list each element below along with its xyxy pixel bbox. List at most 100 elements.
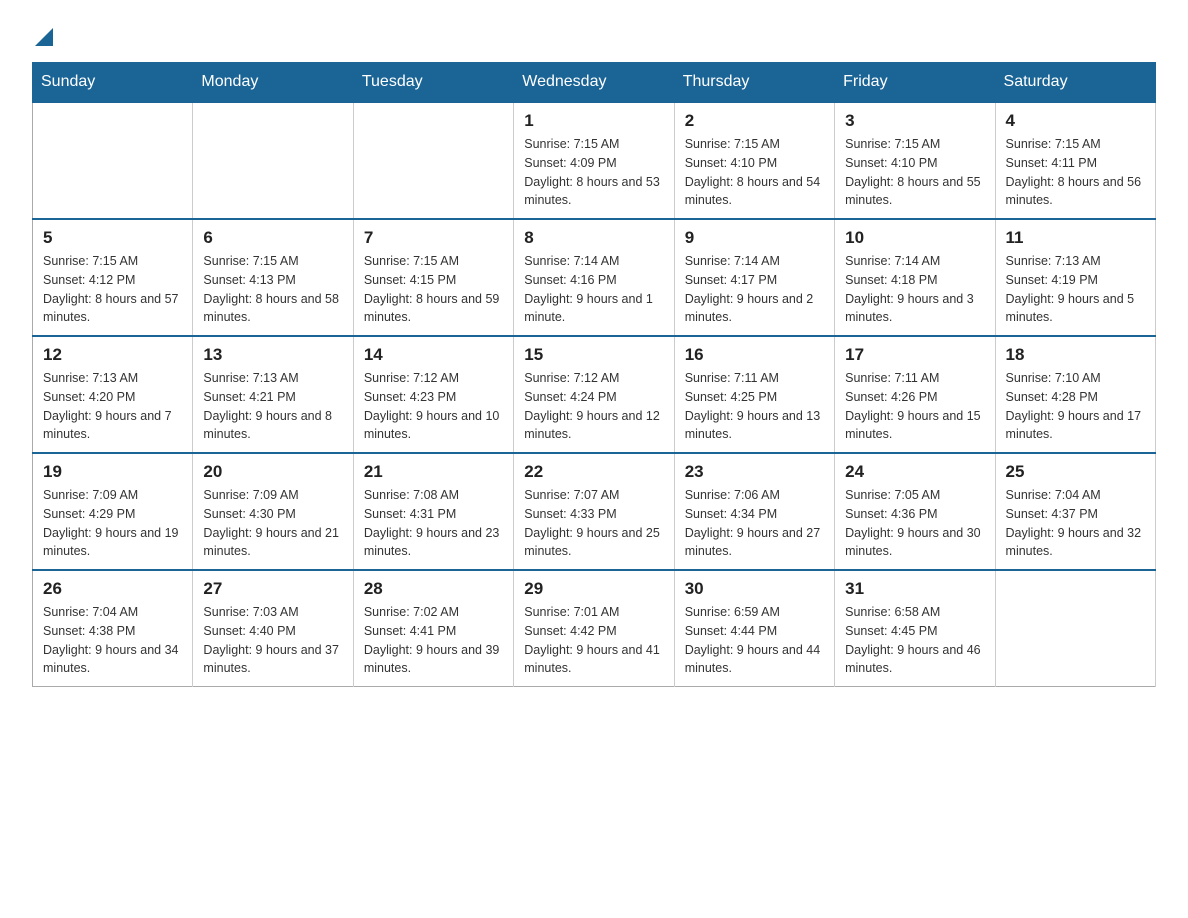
day-sun-info: Sunrise: 7:13 AMSunset: 4:21 PMDaylight:…	[203, 369, 342, 444]
calendar-day-cell	[33, 102, 193, 219]
day-sun-info: Sunrise: 7:04 AMSunset: 4:37 PMDaylight:…	[1006, 486, 1145, 561]
calendar-day-cell: 23Sunrise: 7:06 AMSunset: 4:34 PMDayligh…	[674, 453, 834, 570]
calendar-day-cell: 13 Sunrise: 7:13 AMSunset: 4:21 PMDayligh…	[193, 336, 353, 453]
day-sun-info: Sunrise: 7:14 AMSunset: 4:16 PMDaylight:…	[524, 252, 663, 327]
calendar-week-row: 5 Sunrise: 7:15 AMSunset: 4:12 PMDaylight…	[33, 219, 1156, 336]
calendar-day-cell: 5 Sunrise: 7:15 AMSunset: 4:12 PMDaylight…	[33, 219, 193, 336]
day-sun-info: Sunrise: 7:03 AMSunset: 4:40 PMDaylight:…	[203, 603, 342, 678]
day-sun-info: Sunrise: 7:15 AMSunset: 4:11 PMDaylight:…	[1006, 135, 1145, 210]
day-sun-info: Sunrise: 7:15 AMSunset: 4:10 PMDaylight:…	[845, 135, 984, 210]
day-number: 12	[43, 345, 182, 365]
day-sun-info: Sunrise: 7:05 AMSunset: 4:36 PMDaylight:…	[845, 486, 984, 561]
day-number: 21	[364, 462, 503, 482]
calendar-day-cell: 2 Sunrise: 7:15 AMSunset: 4:10 PMDaylight…	[674, 102, 834, 219]
day-number: 26	[43, 579, 182, 599]
day-sun-info: Sunrise: 7:04 AMSunset: 4:38 PMDaylight:…	[43, 603, 182, 678]
day-sun-info: Sunrise: 7:07 AMSunset: 4:33 PMDaylight:…	[524, 486, 663, 561]
calendar-day-cell: 8 Sunrise: 7:14 AMSunset: 4:16 PMDaylight…	[514, 219, 674, 336]
day-number: 17	[845, 345, 984, 365]
calendar-day-cell: 17Sunrise: 7:11 AMSunset: 4:26 PMDayligh…	[835, 336, 995, 453]
calendar-day-cell: 10 Sunrise: 7:14 AMSunset: 4:18 PMDayligh…	[835, 219, 995, 336]
calendar-day-cell: 22 Sunrise: 7:07 AMSunset: 4:33 PMDayligh…	[514, 453, 674, 570]
calendar-day-cell: 28Sunrise: 7:02 AMSunset: 4:41 PMDayligh…	[353, 570, 513, 687]
day-sun-info: Sunrise: 7:12 AMSunset: 4:24 PMDaylight:…	[524, 369, 663, 444]
day-sun-info: Sunrise: 7:15 AMSunset: 4:10 PMDaylight:…	[685, 135, 824, 210]
day-of-week-header: Friday	[835, 63, 995, 103]
day-number: 30	[685, 579, 824, 599]
day-sun-info: Sunrise: 6:58 AMSunset: 4:45 PMDaylight:…	[845, 603, 984, 678]
calendar-day-cell: 25 Sunrise: 7:04 AMSunset: 4:37 PMDayligh…	[995, 453, 1155, 570]
day-number: 3	[845, 111, 984, 131]
day-of-week-header: Tuesday	[353, 63, 513, 103]
day-of-week-header: Saturday	[995, 63, 1155, 103]
calendar-day-cell	[995, 570, 1155, 687]
day-number: 13	[203, 345, 342, 365]
calendar-day-cell: 24 Sunrise: 7:05 AMSunset: 4:36 PMDayligh…	[835, 453, 995, 570]
day-sun-info: Sunrise: 7:12 AMSunset: 4:23 PMDaylight:…	[364, 369, 503, 444]
calendar-week-row: 12 Sunrise: 7:13 AMSunset: 4:20 PMDayligh…	[33, 336, 1156, 453]
day-number: 16	[685, 345, 824, 365]
calendar-day-cell: 4 Sunrise: 7:15 AMSunset: 4:11 PMDaylight…	[995, 102, 1155, 219]
day-sun-info: Sunrise: 7:02 AMSunset: 4:41 PMDaylight:…	[364, 603, 503, 678]
day-number: 7	[364, 228, 503, 248]
calendar-day-cell	[193, 102, 353, 219]
day-headers-row: SundayMondayTuesdayWednesdayThursdayFrid…	[33, 63, 1156, 103]
logo	[32, 24, 53, 42]
day-number: 31	[845, 579, 984, 599]
calendar-day-cell: 27Sunrise: 7:03 AMSunset: 4:40 PMDayligh…	[193, 570, 353, 687]
day-number: 25	[1006, 462, 1145, 482]
calendar-day-cell: 21 Sunrise: 7:08 AMSunset: 4:31 PMDayligh…	[353, 453, 513, 570]
day-sun-info: Sunrise: 7:13 AMSunset: 4:20 PMDaylight:…	[43, 369, 182, 444]
day-sun-info: Sunrise: 6:59 AMSunset: 4:44 PMDaylight:…	[685, 603, 824, 678]
calendar-day-cell: 19Sunrise: 7:09 AMSunset: 4:29 PMDayligh…	[33, 453, 193, 570]
day-of-week-header: Wednesday	[514, 63, 674, 103]
calendar-day-cell: 1Sunrise: 7:15 AMSunset: 4:09 PMDaylight…	[514, 102, 674, 219]
day-number: 22	[524, 462, 663, 482]
calendar-day-cell: 11 Sunrise: 7:13 AMSunset: 4:19 PMDayligh…	[995, 219, 1155, 336]
day-number: 6	[203, 228, 342, 248]
calendar-week-row: 1Sunrise: 7:15 AMSunset: 4:09 PMDaylight…	[33, 102, 1156, 219]
calendar-day-cell: 31 Sunrise: 6:58 AMSunset: 4:45 PMDayligh…	[835, 570, 995, 687]
day-sun-info: Sunrise: 7:15 AMSunset: 4:09 PMDaylight:…	[524, 135, 663, 210]
day-number: 23	[685, 462, 824, 482]
day-number: 5	[43, 228, 182, 248]
day-sun-info: Sunrise: 7:09 AMSunset: 4:30 PMDaylight:…	[203, 486, 342, 561]
calendar-body: 1Sunrise: 7:15 AMSunset: 4:09 PMDaylight…	[33, 102, 1156, 687]
calendar-day-cell: 29 Sunrise: 7:01 AMSunset: 4:42 PMDayligh…	[514, 570, 674, 687]
calendar-header: SundayMondayTuesdayWednesdayThursdayFrid…	[33, 63, 1156, 103]
day-sun-info: Sunrise: 7:08 AMSunset: 4:31 PMDaylight:…	[364, 486, 503, 561]
calendar-day-cell: 6 Sunrise: 7:15 AMSunset: 4:13 PMDaylight…	[193, 219, 353, 336]
day-sun-info: Sunrise: 7:15 AMSunset: 4:13 PMDaylight:…	[203, 252, 342, 327]
day-number: 8	[524, 228, 663, 248]
day-sun-info: Sunrise: 7:15 AMSunset: 4:12 PMDaylight:…	[43, 252, 182, 327]
day-number: 14	[364, 345, 503, 365]
calendar-day-cell: 15 Sunrise: 7:12 AMSunset: 4:24 PMDayligh…	[514, 336, 674, 453]
day-number: 10	[845, 228, 984, 248]
day-sun-info: Sunrise: 7:13 AMSunset: 4:19 PMDaylight:…	[1006, 252, 1145, 327]
day-number: 4	[1006, 111, 1145, 131]
day-sun-info: Sunrise: 7:14 AMSunset: 4:18 PMDaylight:…	[845, 252, 984, 327]
day-sun-info: Sunrise: 7:11 AMSunset: 4:25 PMDaylight:…	[685, 369, 824, 444]
day-number: 29	[524, 579, 663, 599]
calendar-week-row: 19Sunrise: 7:09 AMSunset: 4:29 PMDayligh…	[33, 453, 1156, 570]
day-number: 24	[845, 462, 984, 482]
logo-chevron-icon	[35, 28, 53, 46]
calendar-day-cell: 7 Sunrise: 7:15 AMSunset: 4:15 PMDaylight…	[353, 219, 513, 336]
day-of-week-header: Thursday	[674, 63, 834, 103]
day-number: 2	[685, 111, 824, 131]
page-header	[32, 24, 1156, 42]
calendar-day-cell: 3 Sunrise: 7:15 AMSunset: 4:10 PMDaylight…	[835, 102, 995, 219]
day-sun-info: Sunrise: 7:14 AMSunset: 4:17 PMDaylight:…	[685, 252, 824, 327]
day-number: 11	[1006, 228, 1145, 248]
day-number: 15	[524, 345, 663, 365]
calendar-day-cell: 30 Sunrise: 6:59 AMSunset: 4:44 PMDayligh…	[674, 570, 834, 687]
calendar-day-cell: 18 Sunrise: 7:10 AMSunset: 4:28 PMDayligh…	[995, 336, 1155, 453]
day-sun-info: Sunrise: 7:10 AMSunset: 4:28 PMDaylight:…	[1006, 369, 1145, 444]
day-number: 18	[1006, 345, 1145, 365]
day-sun-info: Sunrise: 7:15 AMSunset: 4:15 PMDaylight:…	[364, 252, 503, 327]
calendar-day-cell: 20Sunrise: 7:09 AMSunset: 4:30 PMDayligh…	[193, 453, 353, 570]
calendar-week-row: 26 Sunrise: 7:04 AMSunset: 4:38 PMDayligh…	[33, 570, 1156, 687]
day-of-week-header: Sunday	[33, 63, 193, 103]
day-number: 19	[43, 462, 182, 482]
day-sun-info: Sunrise: 7:01 AMSunset: 4:42 PMDaylight:…	[524, 603, 663, 678]
